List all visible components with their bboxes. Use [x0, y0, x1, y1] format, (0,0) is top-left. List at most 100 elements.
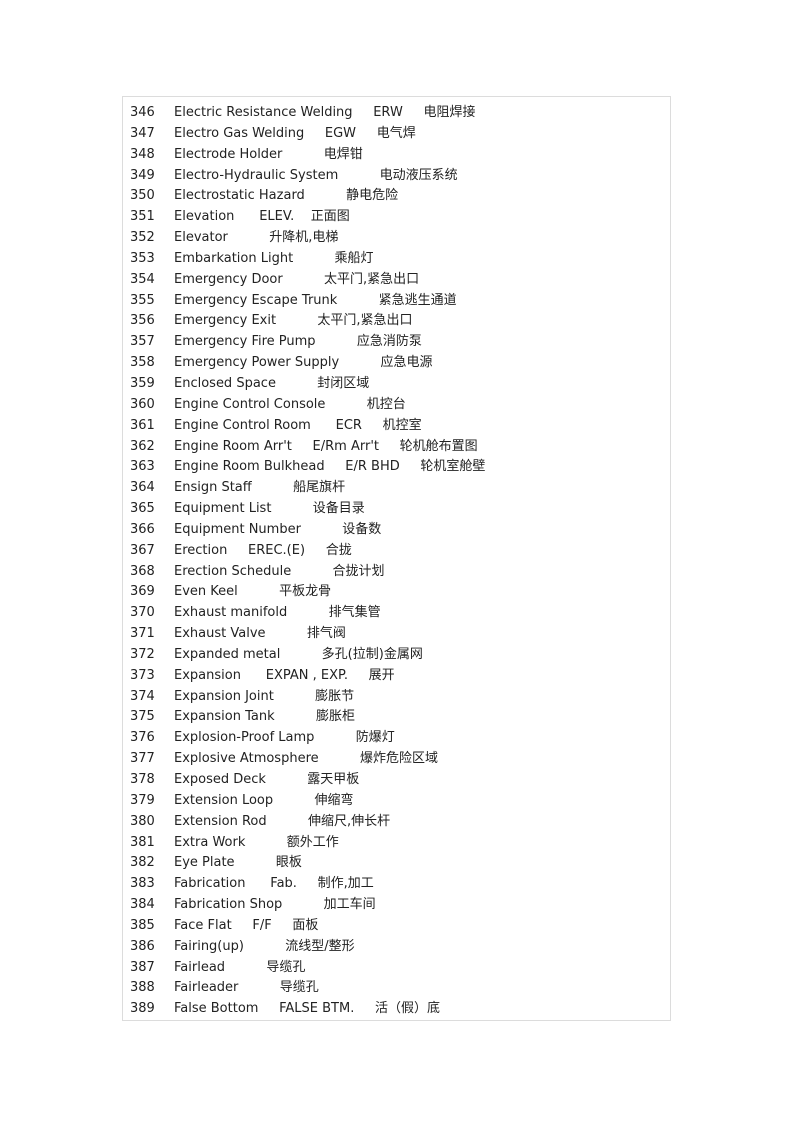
- entry-number: 389: [130, 1001, 155, 1017]
- entry-term: Electric Resistance Welding: [174, 105, 353, 120]
- glossary-entry: 347 Electro Gas Welding EGW 电气焊: [123, 124, 670, 145]
- entry-text: Fabrication Fab. 制作,加工: [174, 874, 374, 895]
- entry-number: 384: [130, 897, 155, 913]
- entry-number: 383: [130, 876, 155, 892]
- entry-chinese: 应急消防泵: [356, 334, 422, 350]
- entry-number: 373: [130, 667, 155, 683]
- entry-term: Even Keel: [174, 584, 238, 600]
- entry-term: Elevator: [174, 230, 228, 246]
- entry-term: Face Flat: [174, 917, 232, 933]
- entry-text: Engine Room Bulkhead E/R BHD 轮机室舱壁: [174, 457, 485, 478]
- entry-text: Face Flat F/F 面板: [174, 916, 318, 937]
- entry-term: Expansion: [174, 667, 241, 683]
- glossary-entry: 377 Explosive Atmosphere 爆炸危险区域: [123, 749, 670, 770]
- entry-number: 377: [130, 751, 155, 767]
- entry-text: Fairleader 导缆孔: [174, 978, 319, 999]
- entry-chinese: 流线型/整形: [285, 938, 355, 954]
- glossary-entry: 364 Ensign Staff 船尾旗杆: [123, 478, 670, 499]
- entry-abbreviation: Fab.: [270, 876, 297, 892]
- entry-text: Erection Schedule 合拢计划: [174, 562, 385, 583]
- entry-chinese: 升降机,电梯: [269, 230, 339, 246]
- entry-chinese: 防爆灯: [355, 730, 395, 746]
- entry-text: Emergency Door 太平门,紧急出口: [174, 270, 419, 291]
- glossary-entry: 376 Explosion-Proof Lamp 防爆灯: [123, 728, 670, 749]
- glossary-entry: 348 Electrode Holder 电焊钳: [123, 145, 670, 166]
- glossary-entry: 363 Engine Room Bulkhead E/R BHD 轮机室舱壁: [123, 457, 670, 478]
- entry-chinese: 膨胀柜: [315, 709, 355, 725]
- entry-term: Fairing(up): [174, 938, 244, 954]
- glossary-entry: 373 Expansion EXPAN , EXP. 展开: [123, 666, 670, 687]
- entry-number: 356: [130, 313, 155, 329]
- entry-chinese: 平板龙骨: [279, 584, 332, 600]
- glossary-entry: 384 Fabrication Shop 加工车间: [123, 895, 670, 916]
- entry-chinese: 设备目录: [312, 501, 365, 517]
- entry-text: Electrostatic Hazard 静电危险: [174, 186, 398, 207]
- entry-number: 368: [130, 563, 155, 579]
- glossary-entry: 370 Exhaust manifold 排气集管: [123, 603, 670, 624]
- document-page: 346 Electric Resistance Welding ERW 电阻焊接…: [0, 0, 794, 1123]
- entry-term: Electro-Hydraulic System: [174, 167, 339, 183]
- entry-term: Emergency Power Supply: [174, 355, 340, 371]
- entry-chinese: 机控室: [382, 417, 422, 433]
- entry-term: Emergency Exit: [174, 313, 277, 329]
- entry-chinese: 太平门,紧急出口: [317, 313, 413, 329]
- glossary-entry: 382 Eye Plate 眼板: [123, 853, 670, 874]
- entry-term: Engine Control Room: [174, 417, 311, 433]
- entry-term: Extra Work: [174, 834, 246, 850]
- entry-text: Electro Gas Welding EGW 电气焊: [174, 124, 416, 145]
- entry-term: Engine Control Console: [174, 396, 326, 412]
- entry-term: Explosion-Proof Lamp: [174, 730, 315, 746]
- entry-abbreviation: ELEV.: [259, 209, 295, 225]
- entry-abbreviation: EXPAN , EXP.: [265, 667, 348, 683]
- entry-text: Fairlead 导缆孔: [174, 958, 305, 979]
- entry-chinese: 合拢计划: [332, 563, 385, 579]
- entry-text: Embarkation Light 乘船灯: [174, 249, 374, 270]
- entry-chinese: 膨胀节: [315, 688, 355, 704]
- entry-abbreviation: ERW: [373, 105, 403, 120]
- entry-term: Expanded metal: [174, 646, 281, 662]
- glossary-entry: 372 Expanded metal 多孔(拉制)金属网: [123, 645, 670, 666]
- entry-term: Electrode Holder: [174, 146, 283, 162]
- glossary-entry: 379 Extension Loop 伸缩弯: [123, 791, 670, 812]
- entry-chinese: 合拢: [325, 542, 352, 558]
- entry-number: 364: [130, 480, 155, 496]
- entry-text: Exhaust manifold 排气集管: [174, 603, 381, 624]
- entry-chinese: 静电危险: [346, 188, 399, 204]
- entry-chinese: 爆炸危险区域: [359, 751, 438, 767]
- entry-term: Engine Room Arr't: [174, 438, 292, 454]
- entry-number: 369: [130, 584, 155, 600]
- entry-number: 347: [130, 125, 155, 141]
- glossary-entry: 371 Exhaust Valve 排气阀: [123, 624, 670, 645]
- entry-text: Equipment Number 设备数: [174, 520, 381, 541]
- entry-abbreviation: F/F: [252, 917, 272, 933]
- glossary-entry: 361 Engine Control Room ECR 机控室: [123, 416, 670, 437]
- glossary-entry: 366 Equipment Number 设备数: [123, 520, 670, 541]
- glossary-entry: 358 Emergency Power Supply 应急电源: [123, 353, 670, 374]
- entry-chinese: 机控台: [366, 396, 406, 412]
- entry-number: 348: [130, 146, 155, 162]
- entry-number: 357: [130, 334, 155, 350]
- entry-number: 381: [130, 834, 155, 850]
- entry-number: 370: [130, 605, 155, 621]
- entry-term: Fairlead: [174, 959, 226, 975]
- glossary-entry: 389 False Bottom FALSE BTM. 活（假）底: [123, 999, 670, 1020]
- glossary-entry: 356 Emergency Exit 太平门,紧急出口: [123, 311, 670, 332]
- entry-text: Electrode Holder 电焊钳: [174, 145, 363, 166]
- entry-chinese: 额外工作: [286, 834, 339, 850]
- entry-text: Electric Resistance Welding ERW 电阻焊接: [174, 103, 475, 124]
- entry-term: Explosive Atmosphere: [174, 751, 319, 767]
- entry-text: False Bottom FALSE BTM. 活（假）底: [174, 999, 440, 1020]
- glossary-entry: 381 Extra Work 额外工作: [123, 833, 670, 854]
- glossary-entry: 355 Emergency Escape Trunk 紧急逃生通道: [123, 291, 670, 312]
- entry-text: Emergency Power Supply 应急电源: [174, 353, 433, 374]
- glossary-entry: 383 Fabrication Fab. 制作,加工: [123, 874, 670, 895]
- entry-term: Emergency Fire Pump: [174, 334, 316, 350]
- entry-text: Elevator 升降机,电梯: [174, 228, 338, 249]
- entry-number: 354: [130, 271, 155, 287]
- entry-text: Ensign Staff 船尾旗杆: [174, 478, 345, 499]
- entry-number: 386: [130, 938, 155, 954]
- glossary-entry: 357 Emergency Fire Pump 应急消防泵: [123, 332, 670, 353]
- glossary-entry: 351 Elevation ELEV. 正面图: [123, 207, 670, 228]
- entry-text: Emergency Exit 太平门,紧急出口: [174, 311, 413, 332]
- entry-chinese: 乘船灯: [334, 250, 374, 266]
